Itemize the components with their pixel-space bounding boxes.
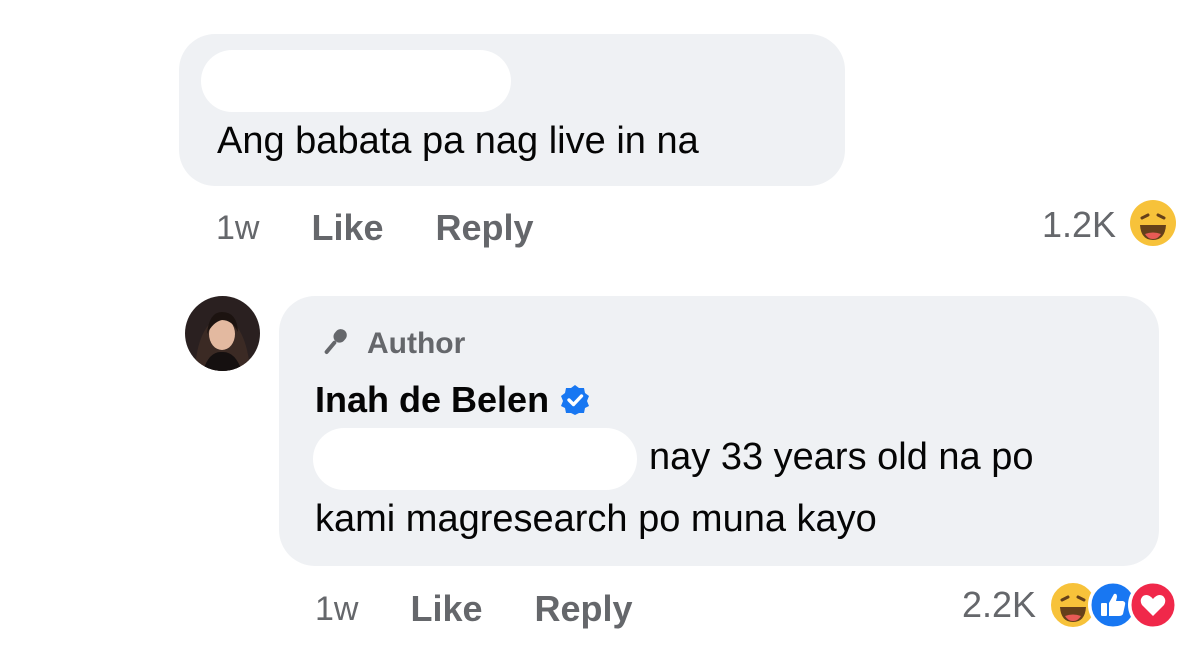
microphone-icon	[315, 325, 355, 364]
reaction-count: 1.2K	[1041, 204, 1116, 245]
reactions-summary[interactable]: 1.2K	[1041, 198, 1178, 253]
commenter-name[interactable]: Inah de Belen	[315, 379, 549, 421]
reply-actions: 1w Like Reply	[315, 584, 633, 634]
redacted-mention	[313, 428, 637, 490]
reaction-icons	[1048, 580, 1178, 630]
author-badge: Author	[315, 326, 465, 362]
comment-timestamp[interactable]: 1w	[216, 209, 259, 248]
reactions-summary[interactable]: 2.2K	[962, 580, 1178, 630]
reply-button[interactable]: Reply	[436, 207, 534, 249]
reply-bubble: Author Inah de Belen nay 33 years old na…	[279, 296, 1159, 566]
love-icon	[1128, 580, 1178, 630]
haha-icon	[1128, 198, 1178, 253]
reply-timestamp[interactable]: 1w	[315, 590, 358, 629]
author-label: Author	[367, 327, 466, 360]
reaction-count: 2.2K	[961, 584, 1036, 625]
reply-text-line-1: nay 33 years old na po	[649, 436, 1034, 478]
commenter-name-row: Inah de Belen	[315, 378, 591, 422]
reply-button[interactable]: Reply	[535, 588, 633, 630]
avatar[interactable]	[185, 296, 260, 371]
comment-bubble: Ang babata pa nag live in na	[179, 34, 845, 186]
reply-text-line-2: kami magresearch po muna kayo	[315, 498, 877, 540]
comment-text: Ang babata pa nag live in na	[217, 120, 699, 162]
comment-actions: 1w Like Reply	[216, 203, 534, 253]
redacted-commenter-name	[201, 50, 511, 112]
like-button[interactable]: Like	[410, 588, 482, 630]
like-button[interactable]: Like	[311, 207, 383, 249]
verified-badge-icon	[559, 384, 591, 416]
